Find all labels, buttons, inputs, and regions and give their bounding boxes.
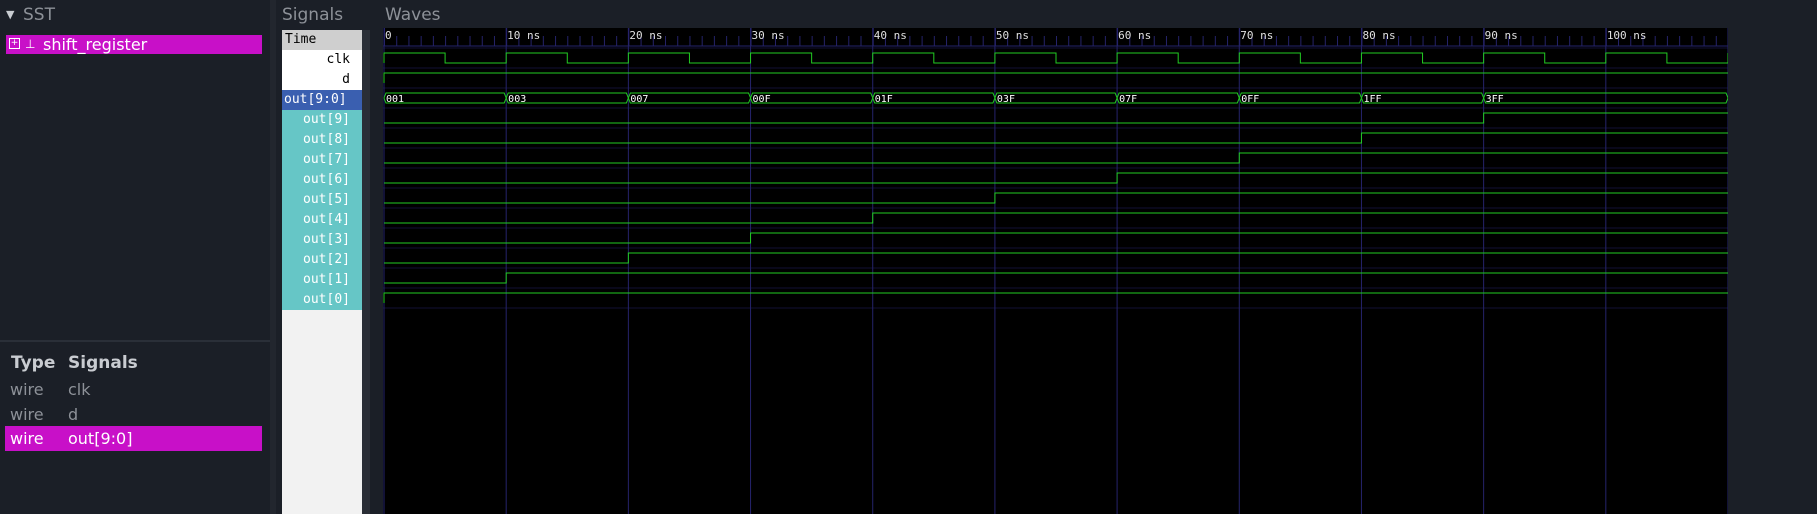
time-row: Time: [282, 30, 362, 50]
time-tick-label: 40 ns: [874, 29, 907, 42]
signal-label: out[6]: [303, 172, 350, 187]
time-tick-label: 70 ns: [1240, 29, 1273, 42]
time-tick-label: 80 ns: [1362, 29, 1395, 42]
signal-label: out[0]: [303, 292, 350, 307]
bit-waveform-out9: [384, 112, 1728, 124]
bit-waveform-out6: [384, 172, 1728, 184]
time-tick-label: 10 ns: [507, 29, 540, 42]
waves-canvas[interactable]: 0 10 ns 20 ns 30 ns 40 ns 50 ns 60 ns 70 ns 80 n…: [383, 28, 1817, 514]
d-waveform: [383, 72, 1728, 83]
bus-value-label: 1FF: [1363, 94, 1381, 105]
collapse-arrow-icon[interactable]: ▼: [6, 8, 14, 21]
signal-row-d[interactable]: d: [282, 70, 362, 90]
bit-waveform-out3: [384, 232, 1728, 244]
signal-label: d: [342, 72, 350, 87]
tree-item-shift-register[interactable]: + ⊥ shift_register: [6, 35, 262, 54]
signal-label: clk: [326, 52, 350, 67]
signal-label: out[1]: [303, 272, 350, 287]
bit-waveform-out0: [383, 292, 1728, 303]
signal-row-out9[interactable]: out[9]: [282, 110, 362, 130]
bus-value-label: 00F: [753, 94, 771, 105]
sst-title: SST: [23, 5, 55, 25]
bus-value-label: 01F: [875, 94, 893, 105]
signal-row-out4[interactable]: out[4]: [282, 210, 362, 230]
signal-cell: clk: [68, 380, 91, 399]
waves-title: Waves: [385, 5, 441, 25]
bus-value-label: 003: [508, 94, 526, 105]
bit-waveform-out2: [384, 252, 1728, 264]
bus-value-label: 03F: [997, 94, 1015, 105]
signal-row-out8[interactable]: out[8]: [282, 130, 362, 150]
signal-cell: out[9:0]: [68, 429, 133, 448]
time-tick-label: 0: [385, 29, 392, 42]
bus-value-label: 007: [630, 94, 648, 105]
signal-label: out[7]: [303, 152, 350, 167]
waveform-svg: 0 10 ns 20 ns 30 ns 40 ns 50 ns 60 ns 70 ns 80 n…: [383, 28, 1769, 514]
signal-label: out[3]: [303, 232, 350, 247]
time-tick-label: 100 ns: [1607, 29, 1647, 42]
signal-label: out[8]: [303, 132, 350, 147]
signal-label: out[4]: [303, 212, 350, 227]
type-row-out[interactable]: wire out[9:0]: [5, 426, 262, 451]
signal-cell: d: [68, 405, 79, 424]
waves-empty-area: [1728, 28, 1817, 514]
time-label: Time: [285, 32, 317, 47]
tree-item-label: shift_register: [43, 35, 148, 54]
type-row-clk[interactable]: wire clk: [5, 377, 262, 402]
clk-waveform: [383, 52, 1729, 64]
bit-waveform-out7: [384, 152, 1728, 164]
signal-label: out[9:0]: [284, 92, 347, 107]
bit-waveform-out8: [384, 132, 1728, 144]
expand-icon[interactable]: +: [9, 38, 20, 49]
signals-title: Signals: [282, 5, 344, 25]
signal-row-out3[interactable]: out[3]: [282, 230, 362, 250]
signal-row-out6[interactable]: out[6]: [282, 170, 362, 190]
sst-panel: ▼ SST + ⊥ shift_register Type Signals wi…: [0, 0, 270, 514]
time-tick-label: 50 ns: [996, 29, 1029, 42]
signal-row-clk[interactable]: clk: [282, 50, 362, 70]
type-cell: wire: [10, 380, 44, 399]
signal-row-out0[interactable]: out[0]: [282, 290, 362, 310]
signals-list: Time clk d out[9:0] out[9] out[8] out[7] out[6…: [282, 30, 362, 514]
time-tick-label: 30 ns: [752, 29, 785, 42]
time-tick-label: 20 ns: [629, 29, 662, 42]
bus-value-label: 001: [386, 94, 404, 105]
signal-row-out1[interactable]: out[1]: [282, 270, 362, 290]
bus-value-label: 0FF: [1241, 94, 1259, 105]
type-column-header: Type: [11, 353, 56, 373]
signal-row-out5[interactable]: out[5]: [282, 190, 362, 210]
bus-value-label: 3FF: [1486, 94, 1504, 105]
bit-waveform-out1: [384, 272, 1728, 284]
signal-row-out7[interactable]: out[7]: [282, 150, 362, 170]
signal-label: out[2]: [303, 252, 350, 267]
sst-header[interactable]: ▼ SST: [0, 0, 270, 32]
bit-waveform-out4: [384, 212, 1728, 224]
time-tick-label: 90 ns: [1485, 29, 1518, 42]
type-row-d[interactable]: wire d: [5, 402, 262, 427]
bus-value-label: 07F: [1119, 94, 1137, 105]
signal-label: out[9]: [303, 112, 350, 127]
signals-scrollbar[interactable]: [362, 30, 370, 514]
signals-column-header: Signals: [68, 353, 138, 373]
type-cell: wire: [10, 429, 44, 448]
signal-label: out[5]: [303, 192, 350, 207]
bit-waveform-out5: [384, 192, 1728, 204]
time-tick-label: 60 ns: [1118, 29, 1151, 42]
signal-row-out2[interactable]: out[2]: [282, 250, 362, 270]
signal-row-out90[interactable]: out[9:0]: [282, 90, 362, 110]
panel-divider[interactable]: [0, 340, 270, 342]
vertical-splitter[interactable]: [270, 0, 276, 514]
hierarchy-icon: ⊥: [25, 37, 36, 51]
type-cell: wire: [10, 405, 44, 424]
